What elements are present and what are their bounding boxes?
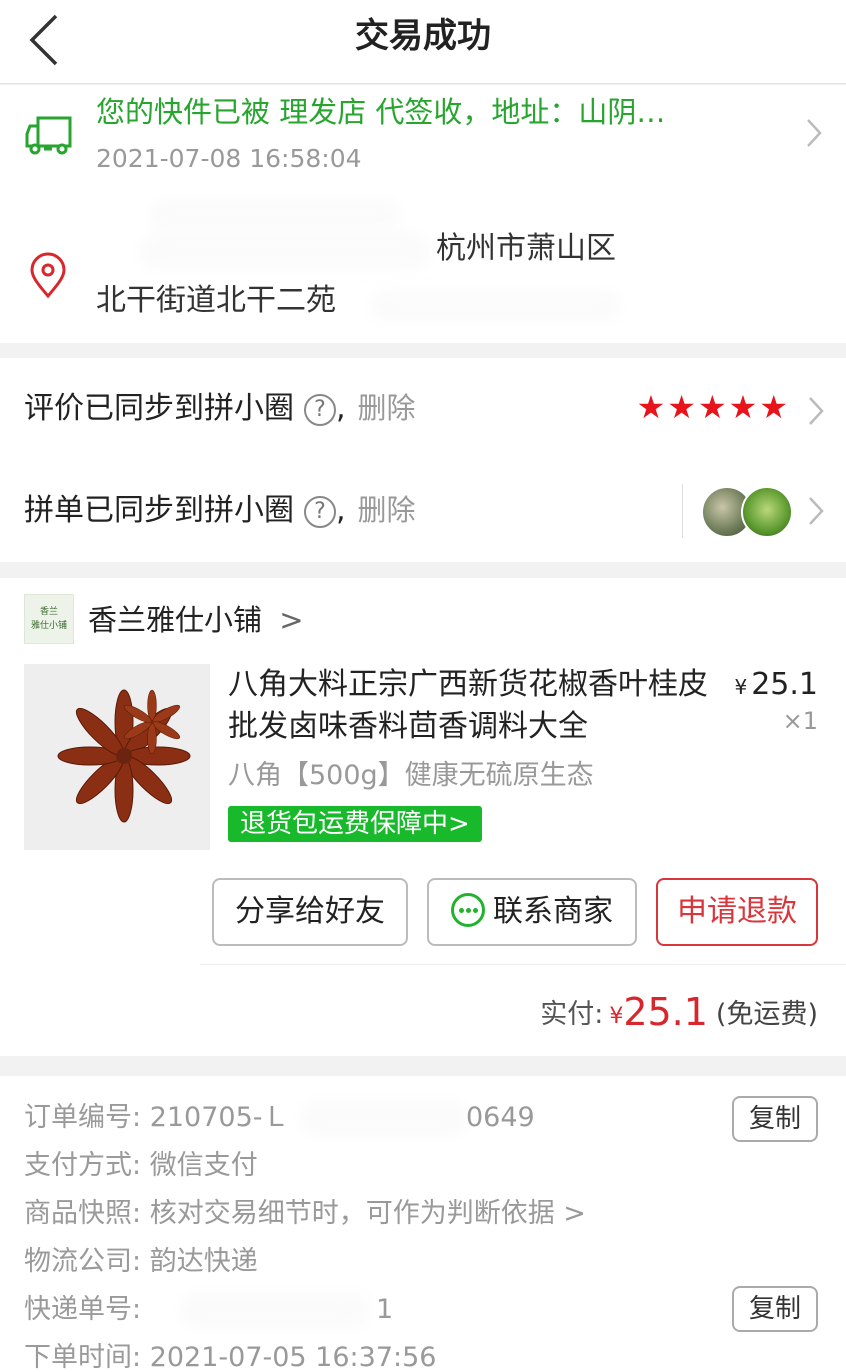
address-line-2: 北干街道北干二苑	[96, 283, 336, 318]
chevron-right-icon[interactable]	[806, 494, 826, 528]
courier-value: 韵达快递	[149, 1246, 258, 1277]
star-icon: ★	[759, 388, 788, 426]
refund-button[interactable]: 申请退款	[656, 878, 818, 946]
tracking-value: 1	[376, 1294, 394, 1325]
order-number-tail: 0649	[466, 1102, 535, 1133]
delete-order-link[interactable]: 删除	[358, 493, 416, 527]
avatar-group	[682, 484, 802, 538]
payment-row: 支付方式: 微信支付	[24, 1150, 258, 1181]
star-icon: ★	[728, 388, 758, 426]
redaction	[140, 232, 430, 270]
redaction	[180, 1292, 370, 1328]
snapshot-value: 核对交易细节时，可作为判断依据 >	[149, 1198, 586, 1229]
payment-value: 微信支付	[149, 1150, 258, 1181]
chevron-right-icon[interactable]	[806, 394, 826, 428]
logistics-time: 2021-07-08 16:58:04	[96, 144, 362, 173]
product-spec: 八角【500g】健康无硫原生态	[228, 760, 594, 791]
delete-review-link[interactable]: 删除	[358, 391, 416, 425]
chevron-right-icon[interactable]	[804, 116, 824, 150]
comma: ,	[336, 391, 346, 426]
order-sync-label: 拼单已同步到拼小圈	[24, 493, 294, 528]
review-sync-label: 评价已同步到拼小圈	[24, 391, 294, 426]
copy-order-number-button[interactable]: 复制	[732, 1096, 818, 1142]
page-title: 交易成功	[355, 16, 491, 56]
chat-icon	[451, 893, 485, 927]
tracking-row: 快递单号:	[24, 1294, 142, 1325]
order-time-value: 2021-07-05 16:37:56	[149, 1342, 437, 1372]
order-time-row: 下单时间: 2021-07-05 16:37:56	[24, 1342, 437, 1372]
star-icon: ★	[636, 388, 666, 426]
product-quantity: ×1	[782, 707, 818, 735]
shop-logo[interactable]: 香兰 雅仕小铺	[24, 594, 74, 644]
redaction	[150, 200, 400, 230]
top-bar: 交易成功	[0, 0, 846, 84]
avatar	[741, 486, 793, 538]
contact-seller-button[interactable]: 联系商家	[427, 878, 637, 946]
help-icon[interactable]: ?	[304, 496, 336, 528]
logistics-message[interactable]: 您的快件已被 理发店 代签收，地址：山阴…	[96, 92, 665, 132]
return-shipping-badge[interactable]: 退货包运费保障中>	[228, 806, 482, 842]
paid-total: 实付: ¥25.1 (免运费)	[540, 990, 818, 1034]
rating-stars: ★★★★★	[635, 390, 788, 424]
product-title[interactable]: 八角大料正宗广西新货花椒香叶桂皮批发卤味香料茴香调料大全	[228, 664, 718, 748]
order-number-row: 订单编号: 210705-Ｌ	[24, 1102, 290, 1133]
star-icon: ★	[667, 388, 696, 426]
shop-name[interactable]: 香兰雅仕小铺 >	[88, 600, 304, 640]
order-sync-row[interactable]: 拼单已同步到拼小圈?, 删除	[0, 460, 846, 560]
redaction	[370, 290, 620, 320]
share-button[interactable]: 分享给好友	[212, 878, 408, 946]
review-sync-row[interactable]: 评价已同步到拼小圈?, 删除 ★★★★★	[0, 358, 846, 458]
truck-icon	[25, 116, 72, 155]
snapshot-row[interactable]: 商品快照: 核对交易细节时，可作为判断依据 >	[24, 1194, 586, 1234]
address-line-1: 杭州市萧山区	[436, 231, 616, 266]
help-icon[interactable]: ?	[304, 394, 336, 426]
redaction	[300, 1100, 468, 1136]
star-icon: ★	[697, 388, 727, 426]
courier-row: 物流公司: 韵达快递	[24, 1246, 258, 1277]
chevron-right-icon: >	[279, 603, 304, 637]
copy-tracking-button[interactable]: 复制	[732, 1286, 818, 1332]
sync-card: 评价已同步到拼小圈?, 删除 ★★★★★ 拼单已同步到拼小圈?, 删除	[0, 358, 846, 562]
order-number-value: 210705-Ｌ	[149, 1102, 290, 1133]
divider	[200, 964, 846, 965]
location-pin-icon	[30, 252, 66, 299]
product-image[interactable]	[24, 664, 210, 850]
comma: ,	[336, 493, 346, 528]
product-price: ¥25.1	[734, 667, 818, 702]
